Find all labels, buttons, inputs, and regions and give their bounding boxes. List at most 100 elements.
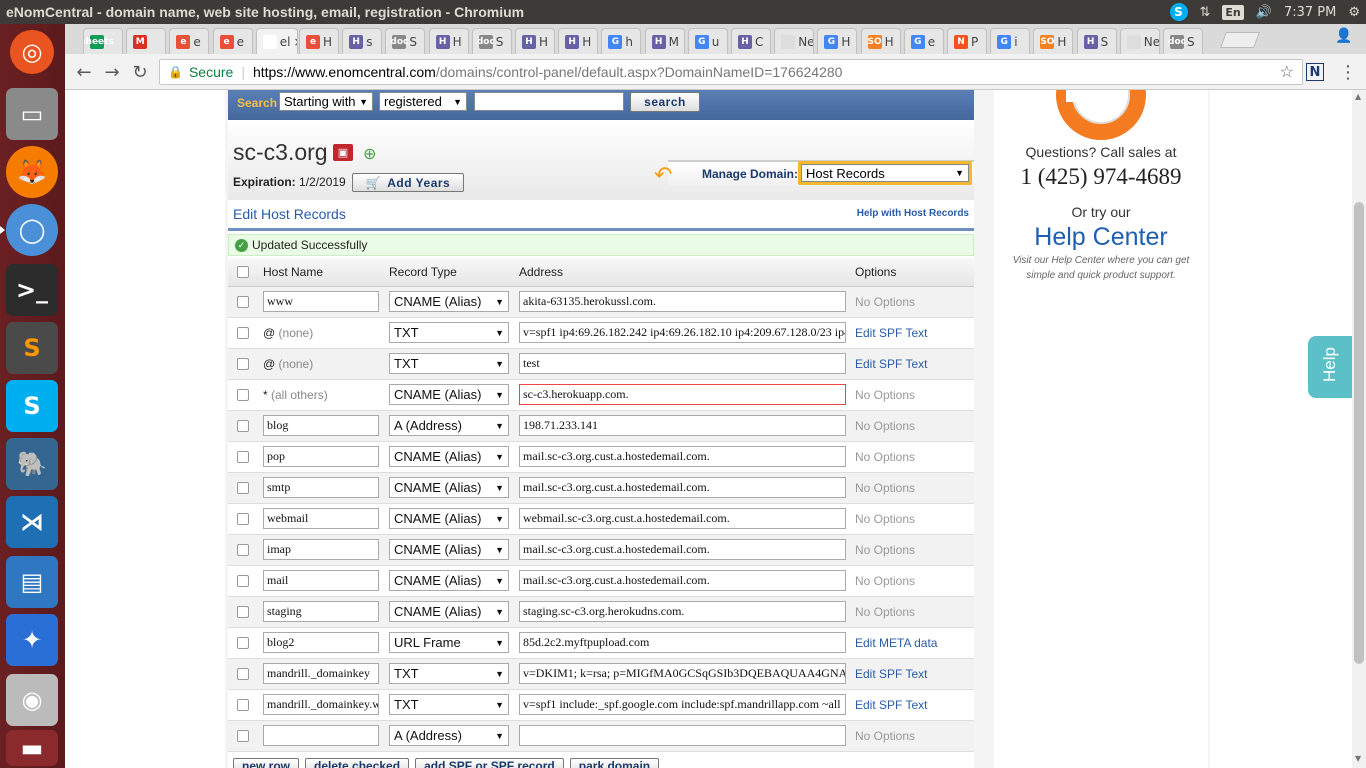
row-option[interactable]: Edit SPF Text — [855, 698, 927, 712]
browser-tab[interactable]: HM — [644, 28, 685, 54]
record-type-select[interactable]: TXT ▼ — [389, 322, 509, 343]
row-checkbox[interactable] — [237, 389, 249, 401]
address-input[interactable]: staging.sc-c3.org.herokudns.com. — [519, 601, 846, 622]
host-name-input[interactable]: smtp — [263, 477, 379, 498]
browser-tab[interactable]: New — [1119, 28, 1160, 54]
address-input[interactable]: v=DKIM1; k=rsa; p=MIGfMA0GCSqGSIb3DQEBAQ… — [519, 663, 846, 684]
host-name-input[interactable] — [263, 725, 379, 746]
browser-tab[interactable]: HH — [515, 28, 555, 54]
row-checkbox[interactable] — [237, 637, 249, 649]
libreoffice-writer-icon[interactable]: ▤ — [6, 556, 58, 608]
ubuntu-dash-icon[interactable]: ◎ — [10, 30, 54, 74]
chromium-icon[interactable]: ◯ — [0, 204, 58, 256]
row-checkbox[interactable] — [237, 730, 249, 742]
bookmark-star-icon[interactable]: ☆ — [1280, 62, 1294, 82]
browser-tab[interactable]: Gh — [601, 28, 642, 54]
browser-tab[interactable]: sheets — [83, 28, 123, 54]
host-name-input[interactable]: www — [263, 291, 379, 312]
browser-tab[interactable]: SO H — [860, 28, 901, 54]
record-type-select[interactable]: CNAME (Alias) ▼ — [389, 477, 509, 498]
row-checkbox[interactable] — [237, 327, 249, 339]
row-checkbox[interactable] — [237, 420, 249, 432]
manage-domain-select[interactable]: Host Records ▼ — [801, 164, 969, 182]
firefox-icon[interactable]: 🦊 — [6, 146, 58, 198]
volume-icon[interactable]: 🔊 — [1256, 5, 1272, 20]
page-scrollbar[interactable]: ▲ ▼ — [1352, 90, 1366, 768]
browser-tab[interactable]: ee — [212, 28, 253, 54]
record-type-select[interactable]: URL Frame ▼ — [389, 632, 509, 653]
search-status-select[interactable]: registered ▼ — [379, 92, 467, 111]
browser-tab[interactable]: ee — [169, 28, 210, 54]
host-name-input[interactable]: mail — [263, 570, 379, 591]
reload-icon[interactable]: ↻ — [129, 61, 151, 83]
host-name-input[interactable]: staging — [263, 601, 379, 622]
pgadmin-elephant-icon[interactable]: 🐘 — [6, 438, 58, 490]
address-input[interactable]: webmail.sc-c3.org.cust.a.hostedemail.com… — [519, 508, 846, 529]
host-name-input[interactable]: blog2 — [263, 632, 379, 653]
table-action-button[interactable]: delete checked — [305, 758, 410, 768]
skype-tray-icon[interactable]: S — [1169, 3, 1188, 21]
record-type-select[interactable]: CNAME (Alias) ▼ — [389, 601, 509, 622]
browser-tab[interactable]: Ge — [903, 28, 944, 54]
browser-tab[interactable]: HC — [731, 28, 771, 54]
scrollbar-thumb[interactable] — [1354, 202, 1364, 664]
browser-tab[interactable]: HS — [1076, 28, 1117, 54]
browser-tab[interactable]: eH — [299, 28, 339, 54]
add-service-icon[interactable]: ⊕ — [363, 144, 387, 163]
search-input[interactable] — [474, 92, 624, 111]
browser-tab[interactable]: doc S — [385, 28, 426, 54]
help-center-link[interactable]: Help Center — [994, 223, 1208, 252]
address-input[interactable]: akita-63135.herokussl.com. — [519, 291, 846, 312]
record-type-select[interactable]: CNAME (Alias) ▼ — [389, 446, 509, 467]
row-option[interactable]: Edit META data — [855, 636, 937, 650]
clock[interactable]: 7:37 PM — [1284, 5, 1336, 20]
forward-arrow-icon[interactable]: → — [101, 61, 123, 83]
address-input[interactable] — [519, 725, 846, 746]
back-arrow-icon[interactable]: ← — [73, 61, 95, 83]
row-option[interactable]: Edit SPF Text — [855, 326, 927, 340]
search-button[interactable]: search — [630, 92, 700, 112]
record-type-select[interactable]: TXT ▼ — [389, 353, 509, 374]
address-input[interactable]: 85d.2c2.myftpupload.com — [519, 632, 846, 653]
host-name-input[interactable]: imap — [263, 539, 379, 560]
help-host-records-link[interactable]: Help with Host Records — [857, 208, 969, 219]
skype-icon[interactable]: S — [6, 380, 58, 432]
browser-tab[interactable]: New — [774, 28, 815, 54]
address-input[interactable]: v=spf1 include:_spf.google.com include:s… — [519, 694, 846, 715]
host-name-input[interactable]: webmail — [263, 508, 379, 529]
host-name-input[interactable]: mandrill._domainkey — [263, 663, 379, 684]
browser-tab[interactable]: SO H — [1033, 28, 1074, 54]
browser-tab[interactable]: Hs — [342, 28, 383, 54]
table-action-button[interactable]: new row — [233, 758, 300, 768]
keyboard-layout[interactable]: En — [1222, 4, 1244, 20]
browser-tab[interactable]: HH — [558, 28, 599, 54]
host-name-input[interactable]: pop — [263, 446, 379, 467]
trash-icon[interactable]: ▬ — [6, 730, 58, 766]
address-input[interactable]: mail.sc-c3.org.cust.a.hostedemail.com. — [519, 477, 846, 498]
network-icon[interactable]: ⇅ — [1200, 5, 1211, 20]
files-icon[interactable]: ▭ — [6, 88, 58, 140]
scroll-up-icon[interactable]: ▲ — [1355, 92, 1361, 101]
row-checkbox[interactable] — [237, 513, 249, 525]
help-tab[interactable]: Help — [1308, 336, 1352, 398]
extension-n-icon[interactable]: N — [1306, 63, 1324, 81]
search-mode-select[interactable]: Starting with ▼ — [279, 92, 373, 111]
record-type-select[interactable]: TXT ▼ — [389, 663, 509, 684]
tab-close-icon[interactable]: × — [294, 35, 297, 49]
row-checkbox[interactable] — [237, 668, 249, 680]
row-option[interactable]: Edit SPF Text — [855, 357, 927, 371]
browser-tab[interactable]: el× — [255, 28, 298, 54]
menu-kebab-icon[interactable]: ⋮ — [1337, 61, 1359, 83]
browser-tab[interactable]: NP — [947, 28, 987, 54]
row-checkbox[interactable] — [237, 699, 249, 711]
select-all-checkbox[interactable] — [237, 266, 249, 278]
row-option[interactable]: Edit SPF Text — [855, 667, 927, 681]
browser-tab[interactable]: Gu — [687, 28, 728, 54]
add-years-button[interactable]: 🛒 Add Years — [352, 173, 464, 192]
row-checkbox[interactable] — [237, 296, 249, 308]
terminal-icon[interactable]: >_ — [6, 264, 58, 316]
row-checkbox[interactable] — [237, 451, 249, 463]
camera-icon[interactable]: ◉ — [6, 674, 58, 726]
host-name-input[interactable]: mandrill._domainkey.w — [263, 694, 379, 715]
whois-card-icon[interactable]: ▣ — [333, 144, 353, 161]
